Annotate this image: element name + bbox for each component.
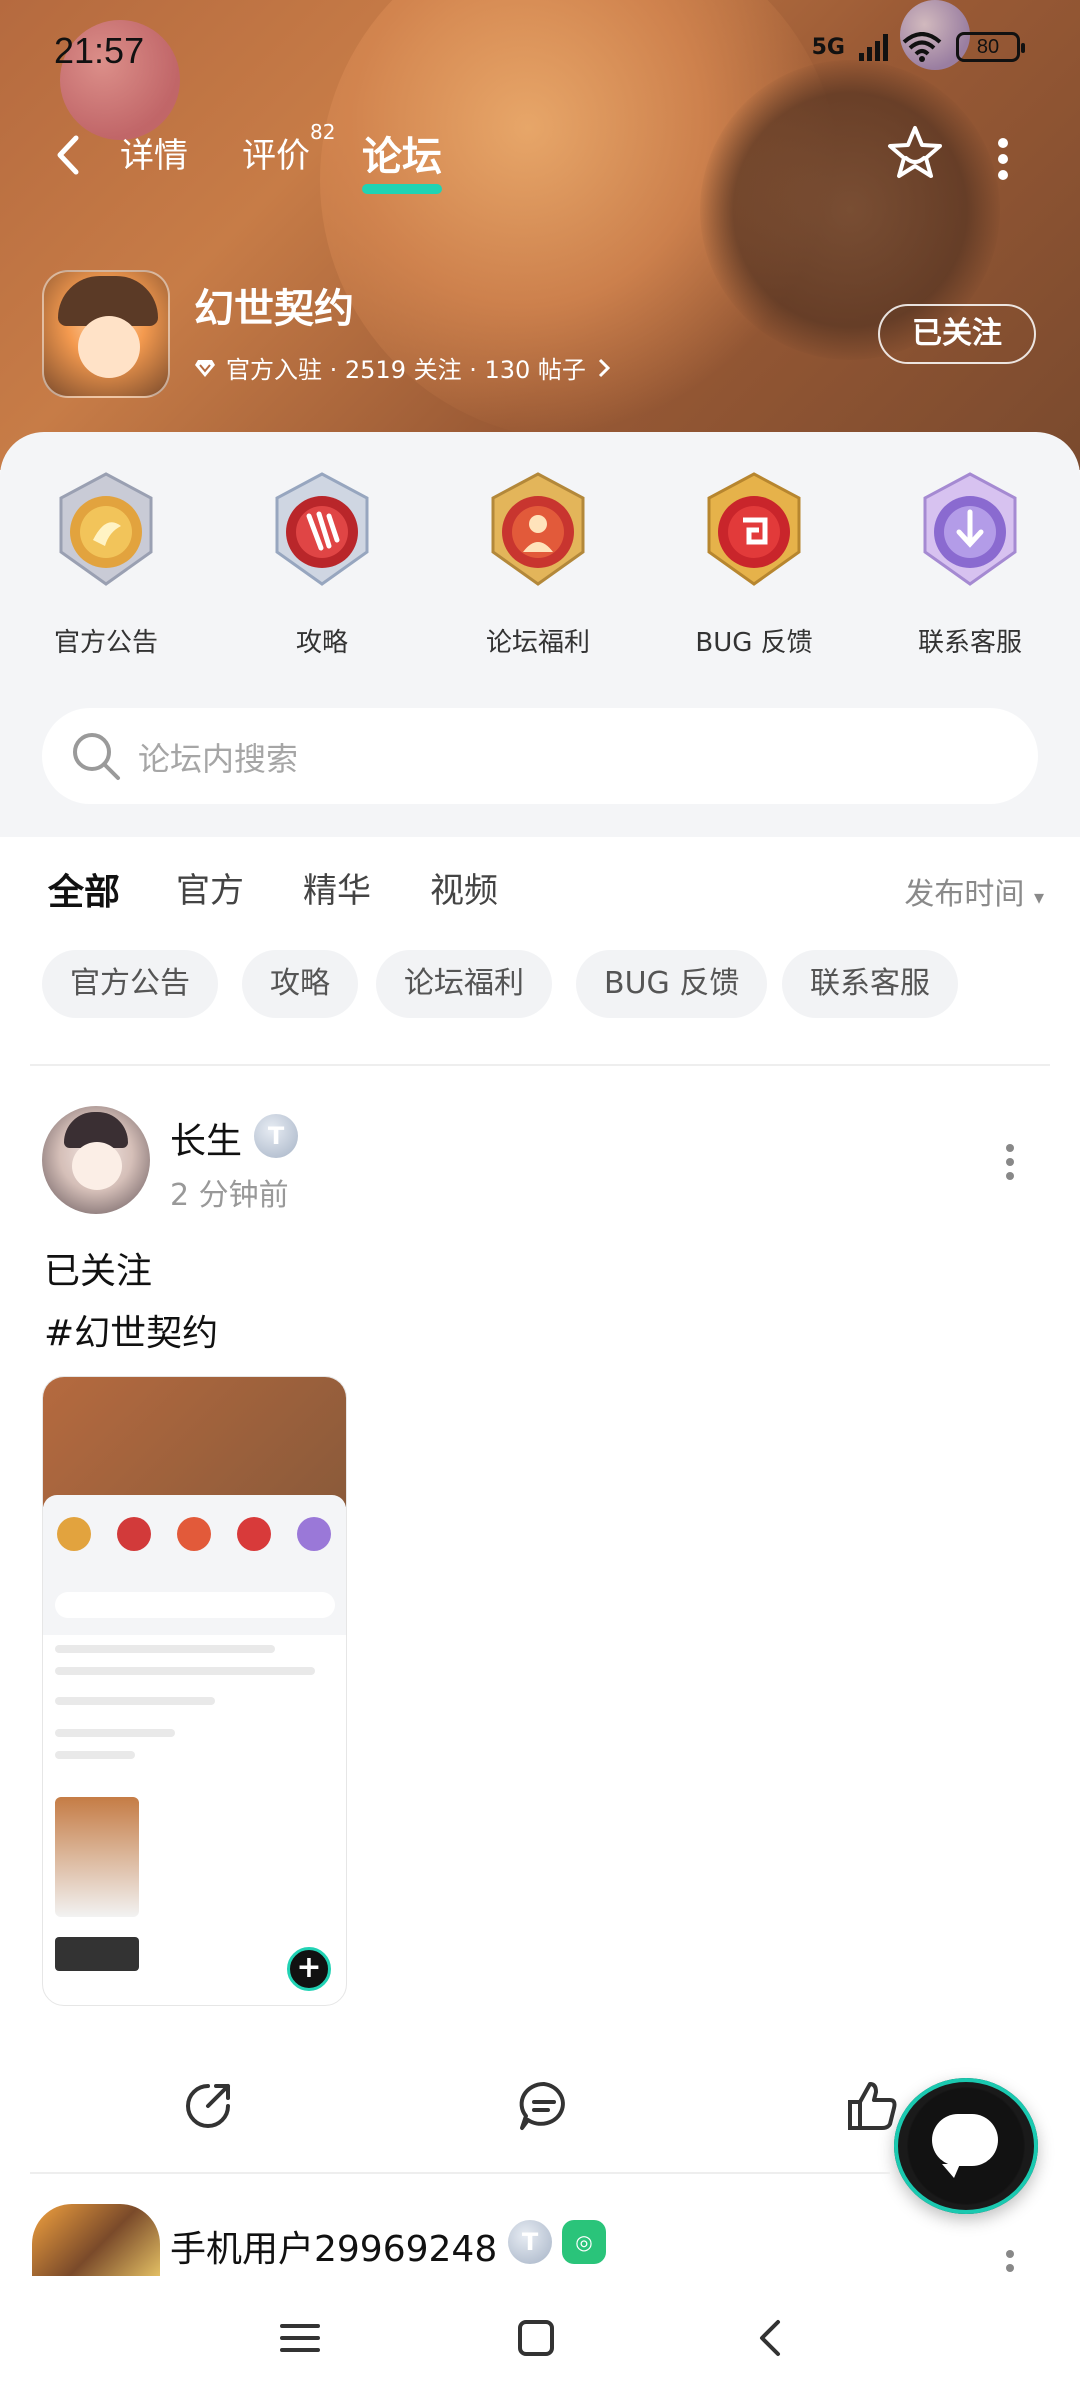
- gamepad-badge-icon: ◎: [562, 2220, 606, 2264]
- feed-tab-label: 全部: [48, 872, 121, 913]
- caret-down-icon: ▾: [1033, 885, 1044, 909]
- category-customer-service[interactable]: 联系客服: [895, 470, 1045, 659]
- chip-benefits[interactable]: 论坛福利: [376, 950, 552, 1018]
- category-benefits[interactable]: 论坛福利: [463, 470, 613, 659]
- post-image[interactable]: +: [42, 1376, 347, 2006]
- avatar[interactable]: [42, 1106, 150, 1214]
- chip-guides[interactable]: 攻略: [242, 950, 358, 1018]
- divider: [30, 1064, 1050, 1066]
- feed-tab-all[interactable]: 全部: [48, 863, 121, 925]
- tab-details[interactable]: 详情: [120, 128, 188, 177]
- category-panel: 官方公告 攻略 论坛福利 BUG 反馈 联系客服 论坛内搜索: [0, 432, 1080, 837]
- search-placeholder: 论坛内搜索: [138, 740, 299, 778]
- post-author[interactable]: 长生: [170, 1112, 242, 1164]
- category-label: 联系客服: [917, 628, 1022, 658]
- category-label: 攻略: [295, 628, 348, 658]
- feed-tab-featured[interactable]: 精华: [303, 863, 371, 912]
- active-tab-indicator: [362, 184, 442, 194]
- post-author[interactable]: 手机用户29969248: [170, 2220, 497, 2272]
- forum-search-input[interactable]: 论坛内搜索: [42, 708, 1038, 804]
- forum-page: 21:57 5G 80 详情 评价 82 论坛 幻世契约 官方入驻 · 2519…: [0, 0, 1080, 2401]
- game-info: 幻世契约 官方入驻 · 2519 关注 · 130 帖子 已关注: [42, 270, 1042, 402]
- share-icon[interactable]: [178, 2076, 238, 2136]
- game-meta-text: 官方入驻 · 2519 关注 · 130 帖子: [226, 356, 586, 384]
- post-actions: [0, 1290, 1080, 2130]
- like-icon[interactable]: [842, 2076, 902, 2136]
- tab-reviews[interactable]: 评价: [242, 128, 310, 177]
- system-nav-bar: [0, 2276, 1080, 2401]
- wifi-icon: [902, 32, 942, 62]
- chip-bug-report[interactable]: BUG 反馈: [576, 950, 768, 1018]
- post-more-button[interactable]: [1004, 1144, 1016, 1184]
- game-title: 幻世契约: [194, 286, 354, 332]
- chevron-left-icon: [57, 135, 79, 175]
- search-icon: [73, 733, 120, 780]
- menu-icon[interactable]: [276, 2314, 324, 2362]
- chip-customer-service[interactable]: 联系客服: [782, 950, 958, 1018]
- game-icon[interactable]: [42, 270, 170, 398]
- sort-dropdown[interactable]: 发布时间 ▾: [904, 869, 1044, 913]
- divider: [30, 2172, 890, 2174]
- review-count-badge: 82: [310, 120, 336, 144]
- home-icon[interactable]: [512, 2314, 560, 2362]
- feed-tab-official[interactable]: 官方: [176, 863, 244, 912]
- active-tab-indicator: [56, 915, 113, 925]
- more-options-button[interactable]: [995, 138, 1011, 180]
- chevron-right-icon: [598, 358, 611, 377]
- comment-icon[interactable]: [514, 2076, 574, 2136]
- chat-bubble-icon: [932, 2114, 998, 2178]
- post-time: 2 分钟前: [170, 1178, 289, 1213]
- status-time: 21:57: [54, 30, 145, 71]
- chip-announcements[interactable]: 官方公告: [42, 950, 218, 1018]
- guide-badge-icon: [275, 472, 369, 586]
- back-button[interactable]: [50, 132, 90, 178]
- feed-tabs: 全部 官方 精华 视频 发布时间 ▾: [0, 837, 1080, 937]
- category-label: BUG 反馈: [695, 628, 813, 658]
- announcement-badge-icon: [59, 472, 153, 586]
- star-icon: [888, 126, 942, 178]
- category-announcements[interactable]: 官方公告: [31, 470, 181, 659]
- back-nav-icon[interactable]: [748, 2314, 796, 2362]
- category-bug-report[interactable]: BUG 反馈: [679, 470, 829, 659]
- verified-diamond-icon: [195, 359, 215, 377]
- category-guides[interactable]: 攻略: [247, 470, 397, 659]
- game-banner: 21:57 5G 80 详情 评价 82 论坛 幻世契约 官方入驻 · 2519…: [0, 0, 1080, 470]
- top-nav: 详情 评价 82 论坛: [0, 120, 1080, 194]
- service-badge-icon: [923, 472, 1017, 586]
- signal-icon: [859, 33, 888, 61]
- post-text: 已关注: [44, 1251, 153, 1292]
- filter-chips: 官方公告 攻略 论坛福利 BUG 反馈 联系客服: [0, 950, 1080, 1020]
- favorite-button[interactable]: [884, 122, 946, 184]
- status-icons: 5G 80: [811, 32, 1025, 62]
- category-label: 官方公告: [53, 628, 158, 658]
- game-meta[interactable]: 官方入驻 · 2519 关注 · 130 帖子: [194, 350, 612, 385]
- follow-button[interactable]: 已关注: [878, 304, 1036, 364]
- battery-icon: 80: [956, 32, 1025, 62]
- category-label: 论坛福利: [485, 628, 590, 658]
- post-card[interactable]: 手机用户29969248 T ◎: [0, 2180, 1080, 2294]
- benefit-badge-icon: [491, 472, 585, 586]
- network-label: 5G: [811, 34, 845, 60]
- bug-badge-icon: [707, 472, 801, 586]
- tab-forum-label: 论坛: [362, 134, 442, 180]
- level-badge-icon: T: [508, 2220, 552, 2264]
- level-badge-icon: T: [254, 1114, 298, 1158]
- status-bar: 21:57 5G 80: [0, 0, 1080, 100]
- feed-tab-video[interactable]: 视频: [430, 863, 498, 912]
- tab-forum[interactable]: 论坛: [362, 124, 442, 194]
- sort-label: 发布时间: [904, 877, 1025, 912]
